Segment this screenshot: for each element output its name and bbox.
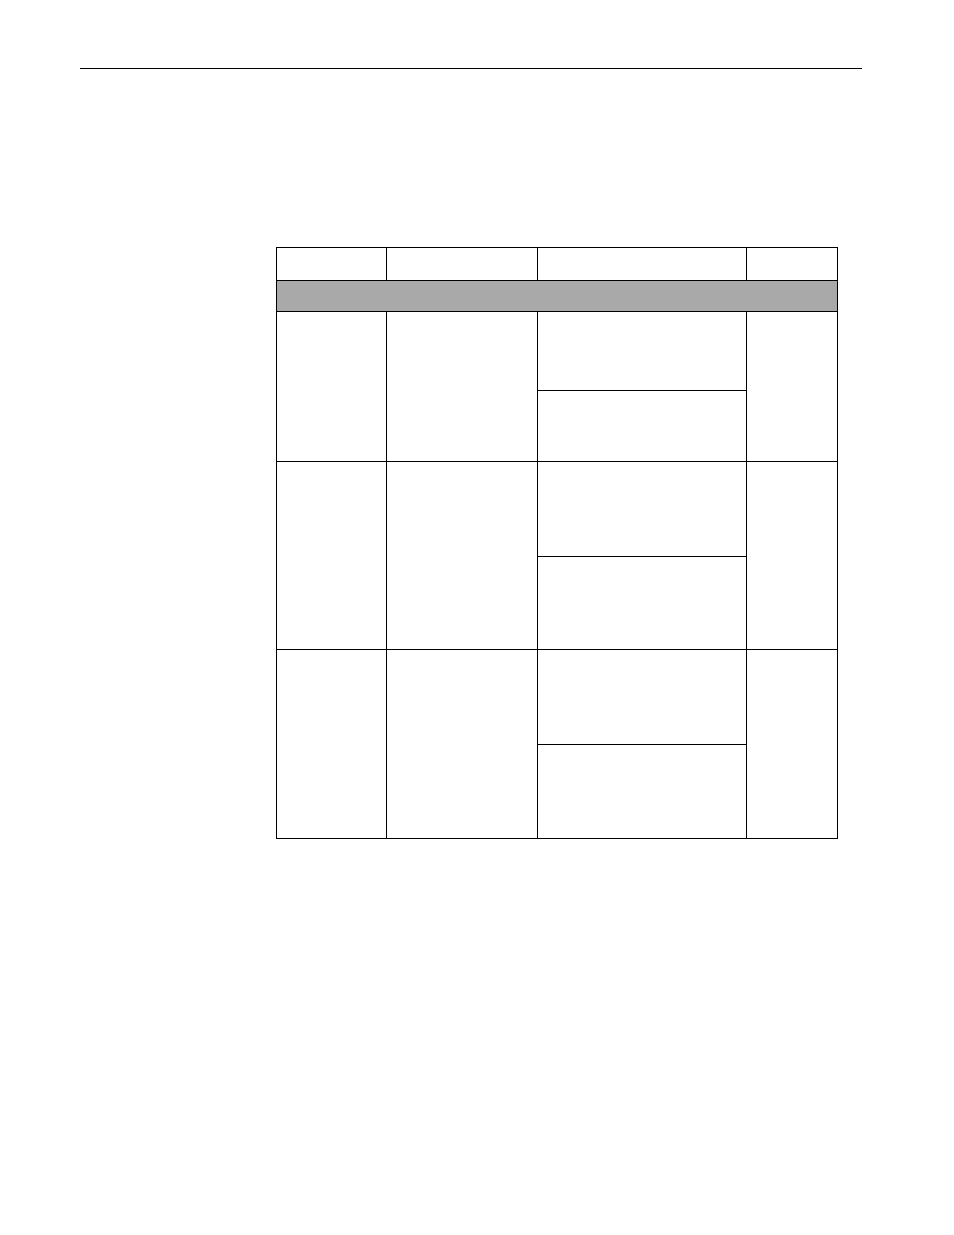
table-cell bbox=[277, 462, 387, 649]
table-cell-split bbox=[538, 650, 747, 838]
table-row bbox=[277, 650, 837, 838]
table-cell bbox=[277, 650, 387, 838]
table-cell bbox=[747, 462, 837, 649]
top-rule bbox=[80, 68, 862, 69]
table-subcell bbox=[538, 650, 746, 745]
table-cell bbox=[387, 650, 538, 838]
data-table bbox=[276, 247, 838, 839]
table-subcell bbox=[538, 745, 746, 838]
table-cell bbox=[747, 650, 837, 838]
table-cell bbox=[747, 312, 837, 461]
table-subcell bbox=[538, 462, 746, 557]
table-header-cell bbox=[538, 248, 747, 280]
table-cell-split bbox=[538, 312, 747, 461]
table-header-cell bbox=[277, 248, 387, 280]
table-section-band bbox=[277, 280, 837, 312]
table-subcell bbox=[538, 557, 746, 649]
table-subcell bbox=[538, 391, 746, 461]
table-subcell bbox=[538, 312, 746, 391]
table-header-cell bbox=[747, 248, 837, 280]
document-page bbox=[0, 0, 954, 1235]
table-cell bbox=[387, 462, 538, 649]
table-row bbox=[277, 312, 837, 462]
table-cell bbox=[277, 312, 387, 461]
table-header-row bbox=[277, 248, 837, 280]
table-cell bbox=[387, 312, 538, 461]
table-row bbox=[277, 462, 837, 650]
table-cell-split bbox=[538, 462, 747, 649]
table-header-cell bbox=[387, 248, 538, 280]
